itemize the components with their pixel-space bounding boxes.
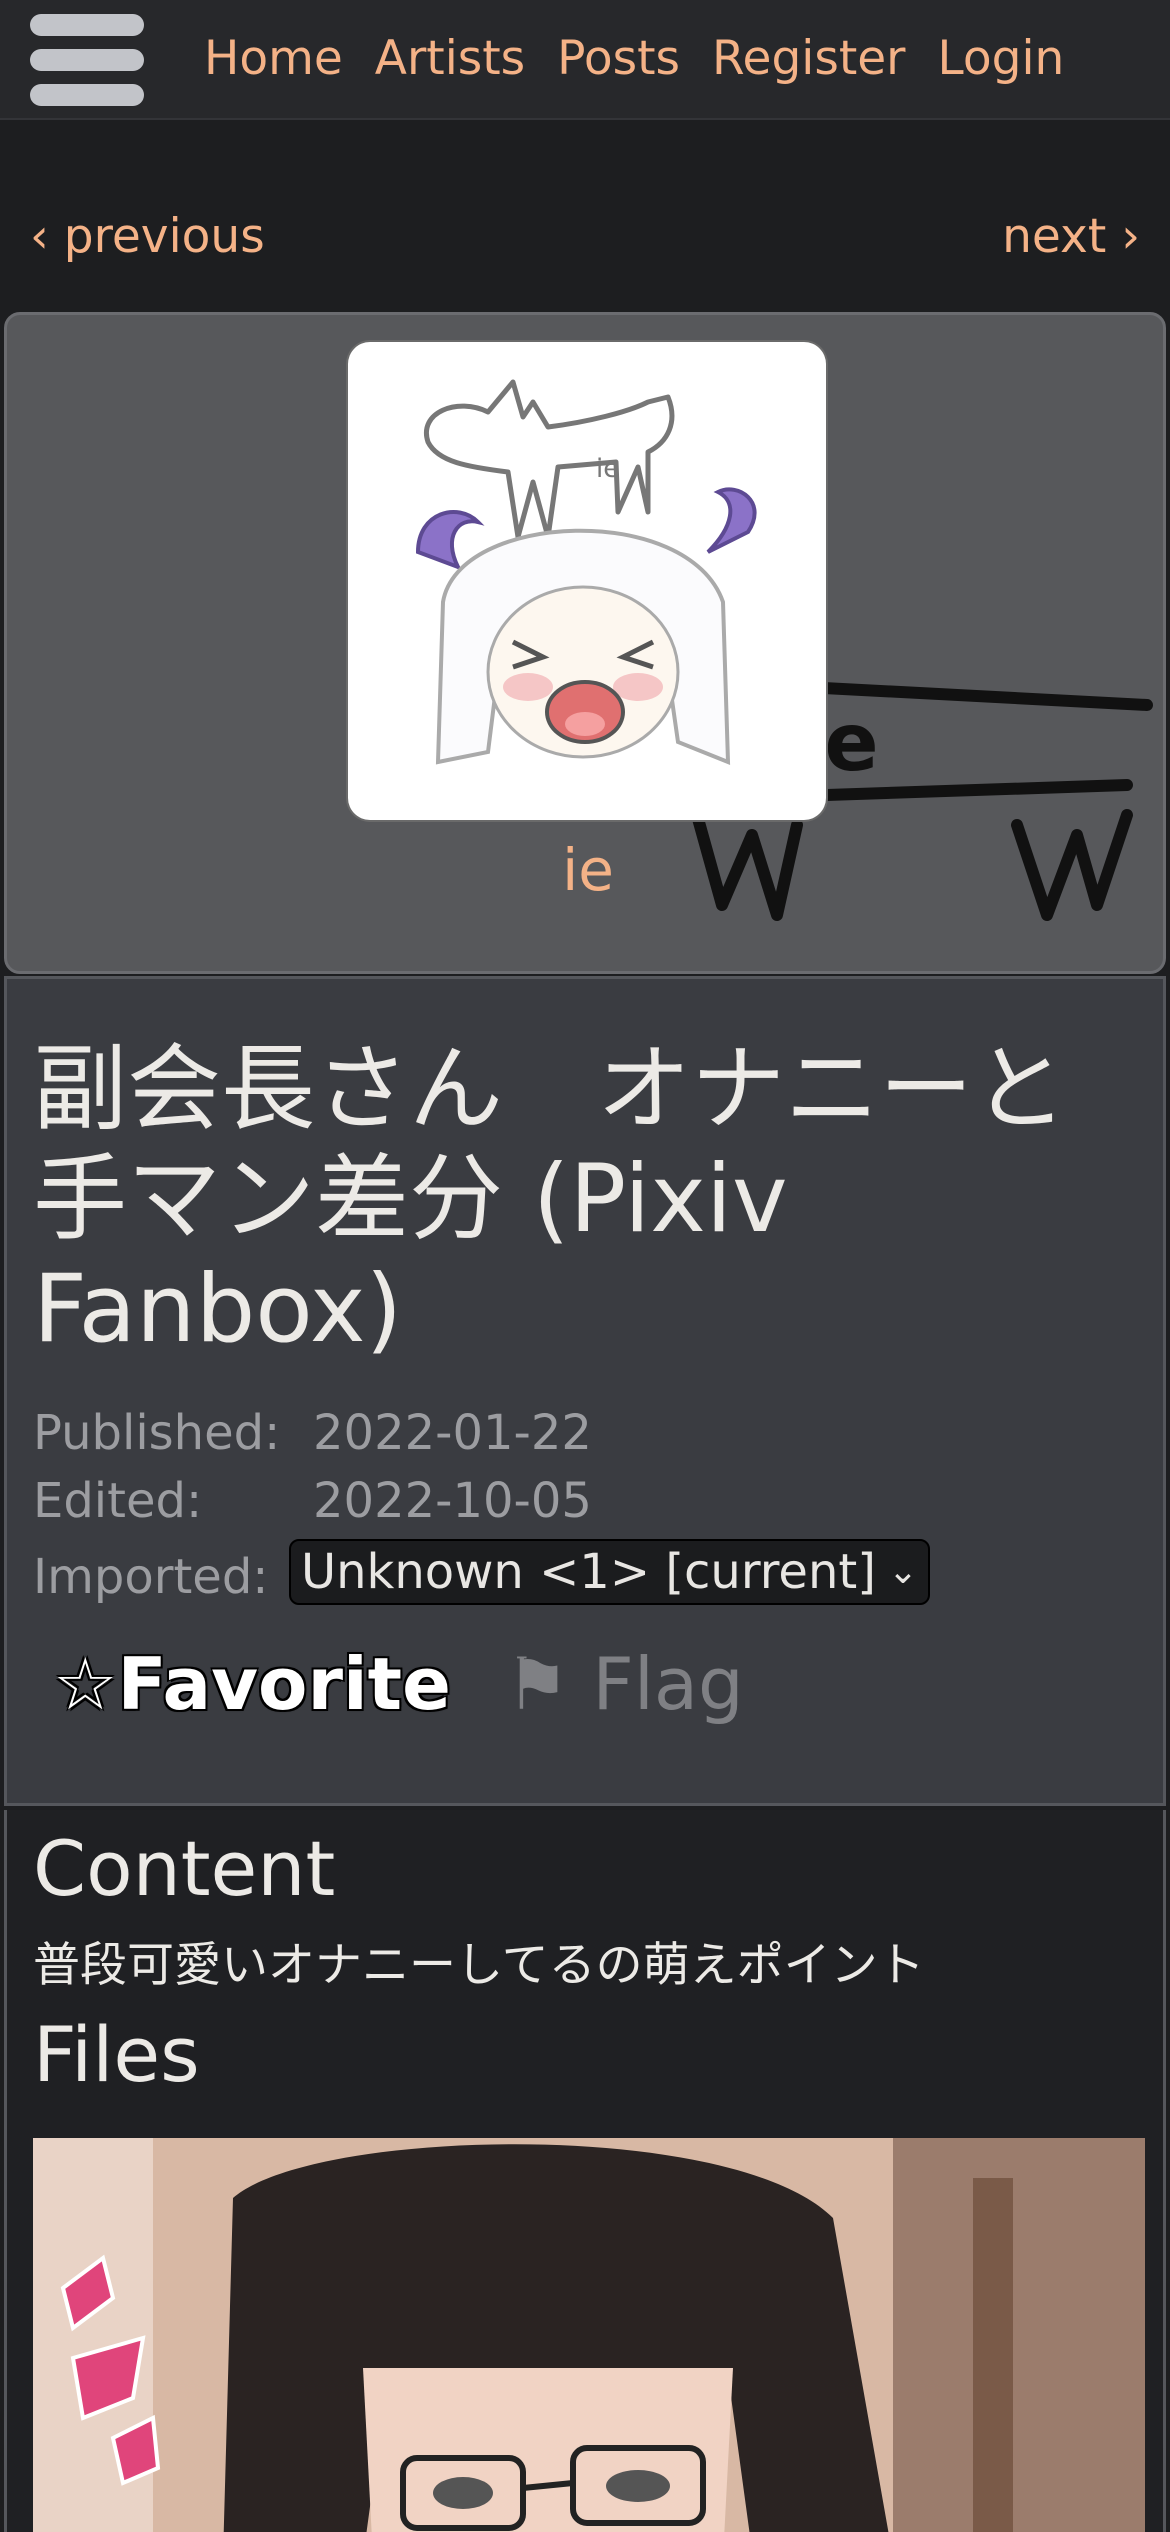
post-pager: ‹ previous next › [0, 200, 1170, 270]
nav-link-login[interactable]: Login [938, 24, 1065, 94]
avatar[interactable]: ie [348, 342, 826, 820]
user-header: ie ie ie [4, 312, 1166, 974]
edited-label: Edited: [33, 1473, 203, 1529]
chevron-down-icon: ⌄ [887, 1551, 919, 1592]
favorite-button[interactable]: ☆Favorite [53, 1639, 451, 1729]
post-title: 副会長さん オナニーと手マン差分 (Pixiv Fanbox) [33, 1035, 1068, 1364]
nav-link-posts[interactable]: Posts [557, 24, 680, 94]
published-date: 2022-01-22 [313, 1405, 592, 1461]
post-info: 副会長さん オナニーと手マン差分 (Pixiv Fanbox) Publishe… [4, 976, 1166, 1806]
artist-name-link[interactable]: ie [7, 835, 1163, 905]
previous-link[interactable]: ‹ previous [30, 208, 265, 266]
file-thumbnail[interactable] [33, 2138, 1145, 2532]
imported-label: Imported: [33, 1549, 269, 1605]
flag-button[interactable]: ⚑ Flag [505, 1639, 744, 1729]
edited-date: 2022-10-05 [313, 1473, 592, 1529]
content-heading: Content [33, 1824, 336, 1913]
menu-bar [30, 14, 144, 36]
next-link[interactable]: next › [1002, 208, 1140, 266]
nav-link-home[interactable]: Home [204, 24, 343, 94]
file-image [33, 2138, 1145, 2532]
import-version-select[interactable]: Unknown <1> [current] ⌄ [289, 1539, 931, 1605]
menu-icon[interactable] [30, 14, 144, 106]
import-selected-value: Unknown <1> [current] [301, 1544, 876, 1600]
avatar-text: ie [596, 454, 619, 484]
menu-bar [30, 49, 144, 71]
files-heading: Files [33, 2010, 200, 2099]
avatar-image: ie [415, 379, 757, 765]
nav-link-register[interactable]: Register [712, 24, 906, 94]
post-content: Content 普段可愛いオナニーしてるの萌えポイント Files [4, 1810, 1166, 2532]
content-description: 普段可愛いオナニーしてるの萌えポイント [33, 1938, 925, 1993]
nav-link-artists[interactable]: Artists [375, 24, 525, 94]
nav-links: Home Artists Posts Register Login [204, 24, 1064, 94]
top-nav: Home Artists Posts Register Login [0, 0, 1170, 120]
menu-bar [30, 84, 144, 106]
published-label: Published: [33, 1405, 281, 1461]
